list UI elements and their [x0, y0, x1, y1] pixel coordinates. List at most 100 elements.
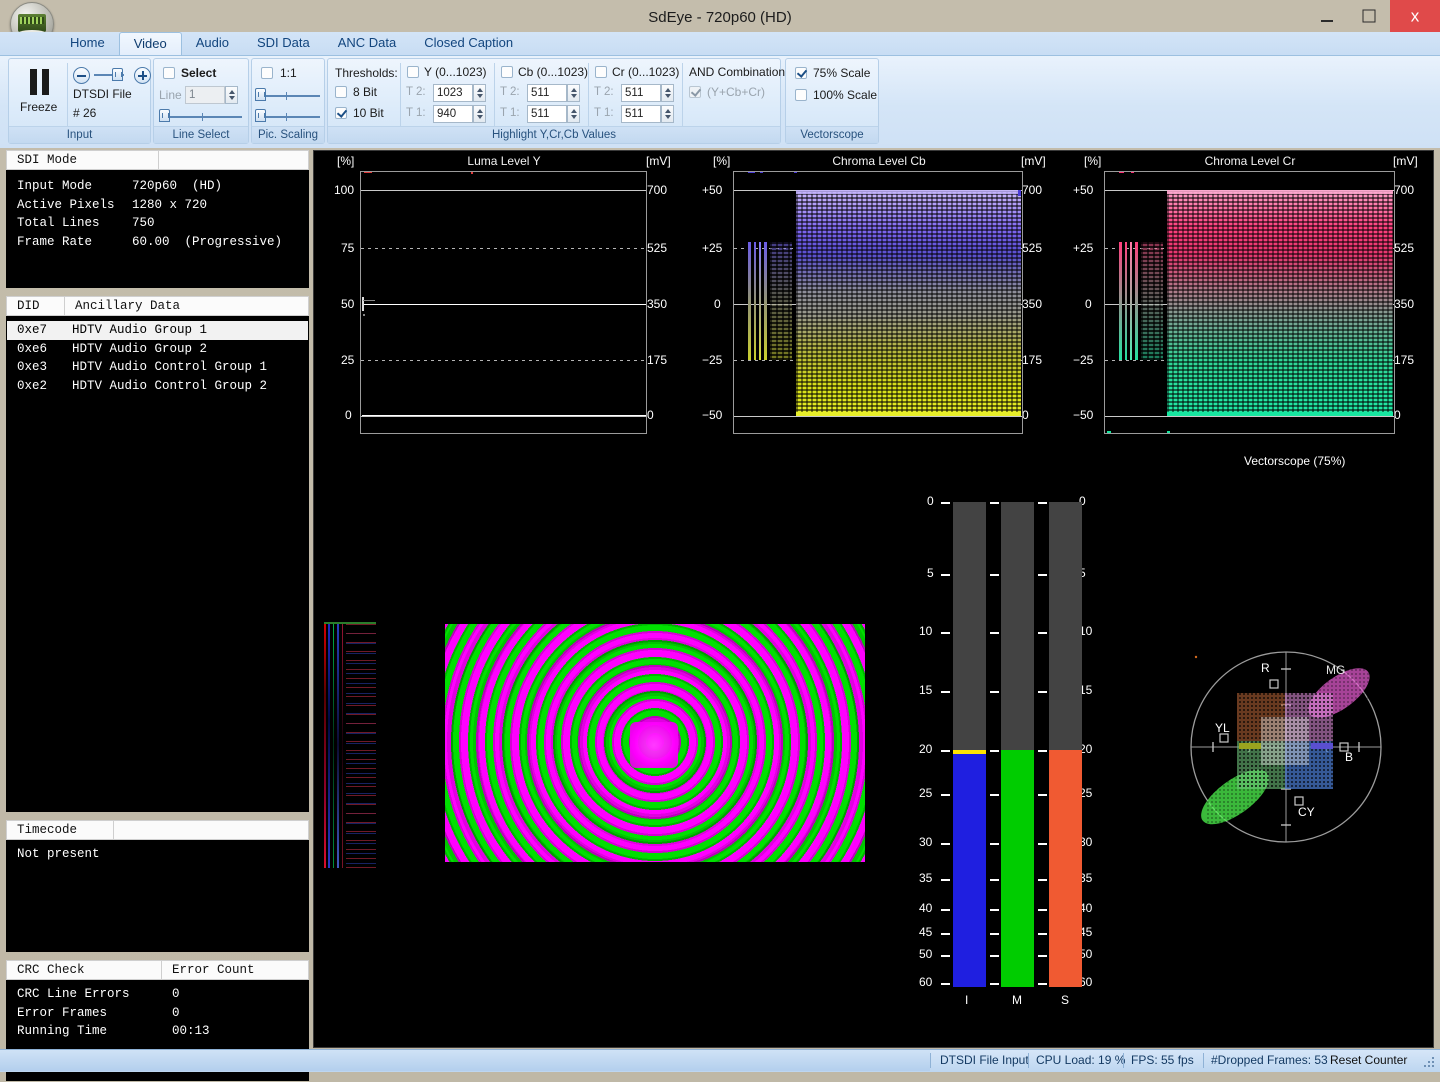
cb-title: Chroma Level Cb [832, 154, 926, 168]
highlight-y-t1-input[interactable]: 940 [433, 105, 473, 123]
list-item[interactable]: 0xe7 HDTV Audio Group 1 [7, 321, 308, 340]
maximize-button[interactable] [1348, 0, 1390, 32]
tab-audio[interactable]: Audio [182, 32, 243, 55]
scaling-slider-horizontal[interactable] [258, 90, 320, 102]
anc-header-name: Ancillary Data [75, 299, 181, 313]
scaling-slider-vertical[interactable] [258, 111, 320, 123]
tab-home[interactable]: Home [56, 32, 119, 55]
cr-tick-right: 350 [1394, 297, 1415, 311]
highlight-cr-t2-stepper[interactable] [661, 84, 674, 102]
highlight-y-t1-stepper[interactable] [473, 105, 486, 123]
sdi-mode-row: Total Lines 750 [7, 214, 308, 233]
resize-grip-icon[interactable] [1424, 1057, 1436, 1069]
ribbon-body: Freeze DTSDI File # 26 Input Select Line… [0, 55, 1440, 148]
cr-tick-left: −50 [1073, 408, 1094, 422]
line-position-slider-thumb[interactable] [159, 109, 170, 122]
timecode-header-left: Timecode [7, 821, 114, 839]
crc-row: CRC Line Errors 0 [7, 985, 308, 1004]
highlight-cb-t2-input[interactable]: 511 [527, 84, 567, 102]
frame-slider-thumb[interactable] [112, 68, 123, 81]
tab-anc-data[interactable]: ANC Data [324, 32, 411, 55]
threshold-10bit-checkbox[interactable] [335, 107, 347, 119]
ribbon-group-vectorscope: 75% Scale 100% Scale Vectorscope [785, 58, 879, 144]
threshold-10bit-label: 10 Bit [353, 106, 384, 120]
sdi-mode-row: Frame Rate 60.00 (Progressive) [7, 233, 308, 252]
meter-label-s: S [1061, 993, 1070, 1007]
luma-tick-right: 350 [647, 297, 668, 311]
ribbon-group-title-vectorscope: Vectorscope [786, 126, 878, 143]
threshold-8bit-label: 8 Bit [353, 85, 378, 99]
highlight-cb-t2-stepper[interactable] [567, 84, 580, 102]
scaling-slider-vertical-thumb[interactable] [255, 109, 266, 122]
anc-list[interactable]: 0xe7 HDTV Audio Group 1 0xe6 HDTV Audio Gr… [6, 316, 309, 812]
ribbon-group-line-select: Select Line 1 Line Select [153, 58, 249, 144]
tab-sdi-data[interactable]: SDI Data [243, 32, 324, 55]
line-number-input[interactable]: 1 [185, 86, 225, 104]
vectorscope-75-checkbox[interactable] [795, 67, 807, 79]
sdi-mode-header-right [159, 151, 169, 169]
timecode-header-right [114, 821, 124, 839]
list-item[interactable]: 0xe2 HDTV Audio Control Group 2 [7, 377, 308, 396]
scaling-1to1-checkbox[interactable] [261, 67, 273, 79]
cb-tick-right: 175 [1022, 353, 1043, 367]
cb-tick-right: 0 [1022, 408, 1029, 422]
input-source-label: DTSDI File [73, 87, 132, 101]
cb-tick-left: −25 [702, 353, 723, 367]
timecode-value: Not present [17, 847, 100, 861]
highlight-cb-checkbox[interactable] [501, 66, 513, 78]
cr-tick-left: +50 [1073, 183, 1094, 197]
crc-row: Error Frames 0 [7, 1004, 308, 1023]
highlight-cb-t1-input[interactable]: 511 [527, 105, 567, 123]
and-combination-checkbox[interactable] [689, 86, 701, 98]
scaling-slider-horizontal-thumb[interactable] [255, 88, 266, 101]
list-item[interactable]: 0xe3 HDTV Audio Control Group 1 [7, 358, 308, 377]
tab-video[interactable]: Video [118, 32, 182, 56]
luma-tick-right: 175 [647, 353, 668, 367]
highlight-cr-checkbox[interactable] [595, 66, 607, 78]
highlight-y-label: Y (0...1023) [424, 65, 487, 79]
freeze-icon[interactable] [30, 69, 49, 95]
highlight-cb-t1-label: T 1: [500, 107, 520, 119]
preview-noise-strip [324, 622, 376, 868]
meter-peak-i [953, 750, 986, 754]
line-select-label: Select [181, 66, 217, 80]
threshold-8bit-checkbox[interactable] [335, 86, 347, 98]
cb-plot [733, 171, 1023, 434]
timecode-header: Timecode [6, 820, 309, 840]
highlight-y-t2-input[interactable]: 1023 [433, 84, 473, 102]
close-button[interactable]: x [1390, 0, 1440, 32]
crc-value: 0 [172, 987, 180, 1001]
and-combination-label: AND Combination [689, 65, 786, 79]
vectorscope-marker-b: B [1345, 750, 1354, 764]
luma-tick-right: 525 [647, 241, 668, 255]
reset-counter-button[interactable]: Reset Counter [1330, 1050, 1407, 1071]
line-number-stepper[interactable] [225, 86, 238, 104]
list-item[interactable]: 0xe6 HDTV Audio Group 2 [7, 340, 308, 359]
ribbon-group-title-input: Input [9, 126, 150, 143]
vectorscope-100-checkbox[interactable] [795, 89, 807, 101]
cb-tick-right: 525 [1022, 241, 1043, 255]
ribbon-group-highlight: Thresholds: 8 Bit 10 Bit Y (0...1023) T … [327, 58, 785, 144]
crc-key: Error Frames [17, 1005, 108, 1020]
line-position-slider[interactable] [162, 111, 242, 123]
highlight-cr-t1-stepper[interactable] [661, 105, 674, 123]
minimize-button[interactable] [1306, 0, 1348, 32]
highlight-cb-t1-stepper[interactable] [567, 105, 580, 123]
highlight-y-checkbox[interactable] [407, 66, 419, 78]
meter-fill-m [1001, 750, 1034, 987]
tab-closed-caption[interactable]: Closed Caption [410, 32, 527, 55]
video-preview[interactable] [445, 622, 865, 862]
anc-name: HDTV Audio Group 2 [72, 341, 208, 356]
cb-tick-left: +50 [702, 183, 723, 197]
increment-frame-button[interactable] [134, 67, 151, 84]
highlight-y-t1-label: T 1: [406, 107, 426, 119]
highlight-cr-t2-label: T 2: [594, 86, 614, 98]
cr-unit-right: [mV] [1393, 154, 1418, 168]
crc-value: 0 [172, 1005, 180, 1020]
freeze-label[interactable]: Freeze [20, 100, 57, 114]
highlight-y-t2-stepper[interactable] [473, 84, 486, 102]
highlight-cr-t1-input[interactable]: 511 [621, 105, 661, 123]
decrement-frame-button[interactable] [73, 67, 90, 84]
line-select-checkbox[interactable] [163, 67, 175, 79]
highlight-cr-t2-input[interactable]: 511 [621, 84, 661, 102]
